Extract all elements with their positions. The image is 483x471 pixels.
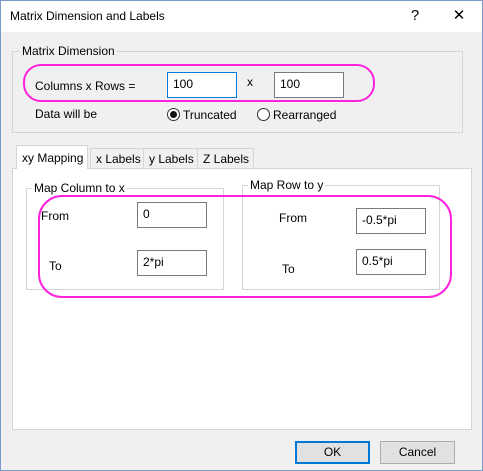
close-icon[interactable]: ✕ — [449, 6, 469, 26]
row-to-label: To — [282, 262, 295, 276]
cancel-button[interactable]: Cancel — [380, 441, 455, 464]
truncated-radio[interactable] — [167, 108, 180, 121]
row-to-field[interactable]: 0.5*pi — [356, 249, 426, 275]
title-bar: Matrix Dimension and Labels ? ✕ — [1, 1, 482, 32]
help-icon[interactable]: ? — [405, 6, 425, 26]
ok-button[interactable]: OK — [295, 441, 370, 464]
dialog-window: Matrix Dimension and Labels ? ✕ Matrix D… — [0, 0, 483, 471]
tab-z-labels[interactable]: Z Labels — [197, 148, 255, 168]
map-column-title: Map Column to x — [32, 181, 127, 195]
map-row-title: Map Row to y — [248, 178, 326, 192]
columns-rows-label: Columns x Rows = — [35, 79, 136, 93]
truncated-label[interactable]: Truncated — [183, 108, 237, 122]
columns-field[interactable]: 100 — [167, 72, 237, 98]
row-from-field[interactable]: -0.5*pi — [356, 208, 426, 234]
column-from-field[interactable]: 0 — [137, 202, 207, 228]
window-title: Matrix Dimension and Labels — [10, 9, 165, 23]
rows-field[interactable]: 100 — [274, 72, 344, 98]
column-from-label: From — [41, 209, 69, 223]
column-to-field[interactable]: 2*pi — [137, 250, 207, 276]
matrix-dimension-title: Matrix Dimension — [20, 44, 117, 58]
tab-xy-mapping[interactable]: xy Mapping — [16, 145, 89, 169]
column-to-label: To — [49, 259, 62, 273]
tab-x-labels[interactable]: x Labels — [90, 148, 146, 168]
rearranged-label[interactable]: Rearranged — [273, 108, 336, 122]
rearranged-radio[interactable] — [257, 108, 270, 121]
data-will-be-label: Data will be — [35, 107, 98, 121]
x-separator: x — [247, 75, 253, 89]
tab-y-labels[interactable]: y Labels — [143, 148, 199, 168]
row-from-label: From — [279, 211, 307, 225]
